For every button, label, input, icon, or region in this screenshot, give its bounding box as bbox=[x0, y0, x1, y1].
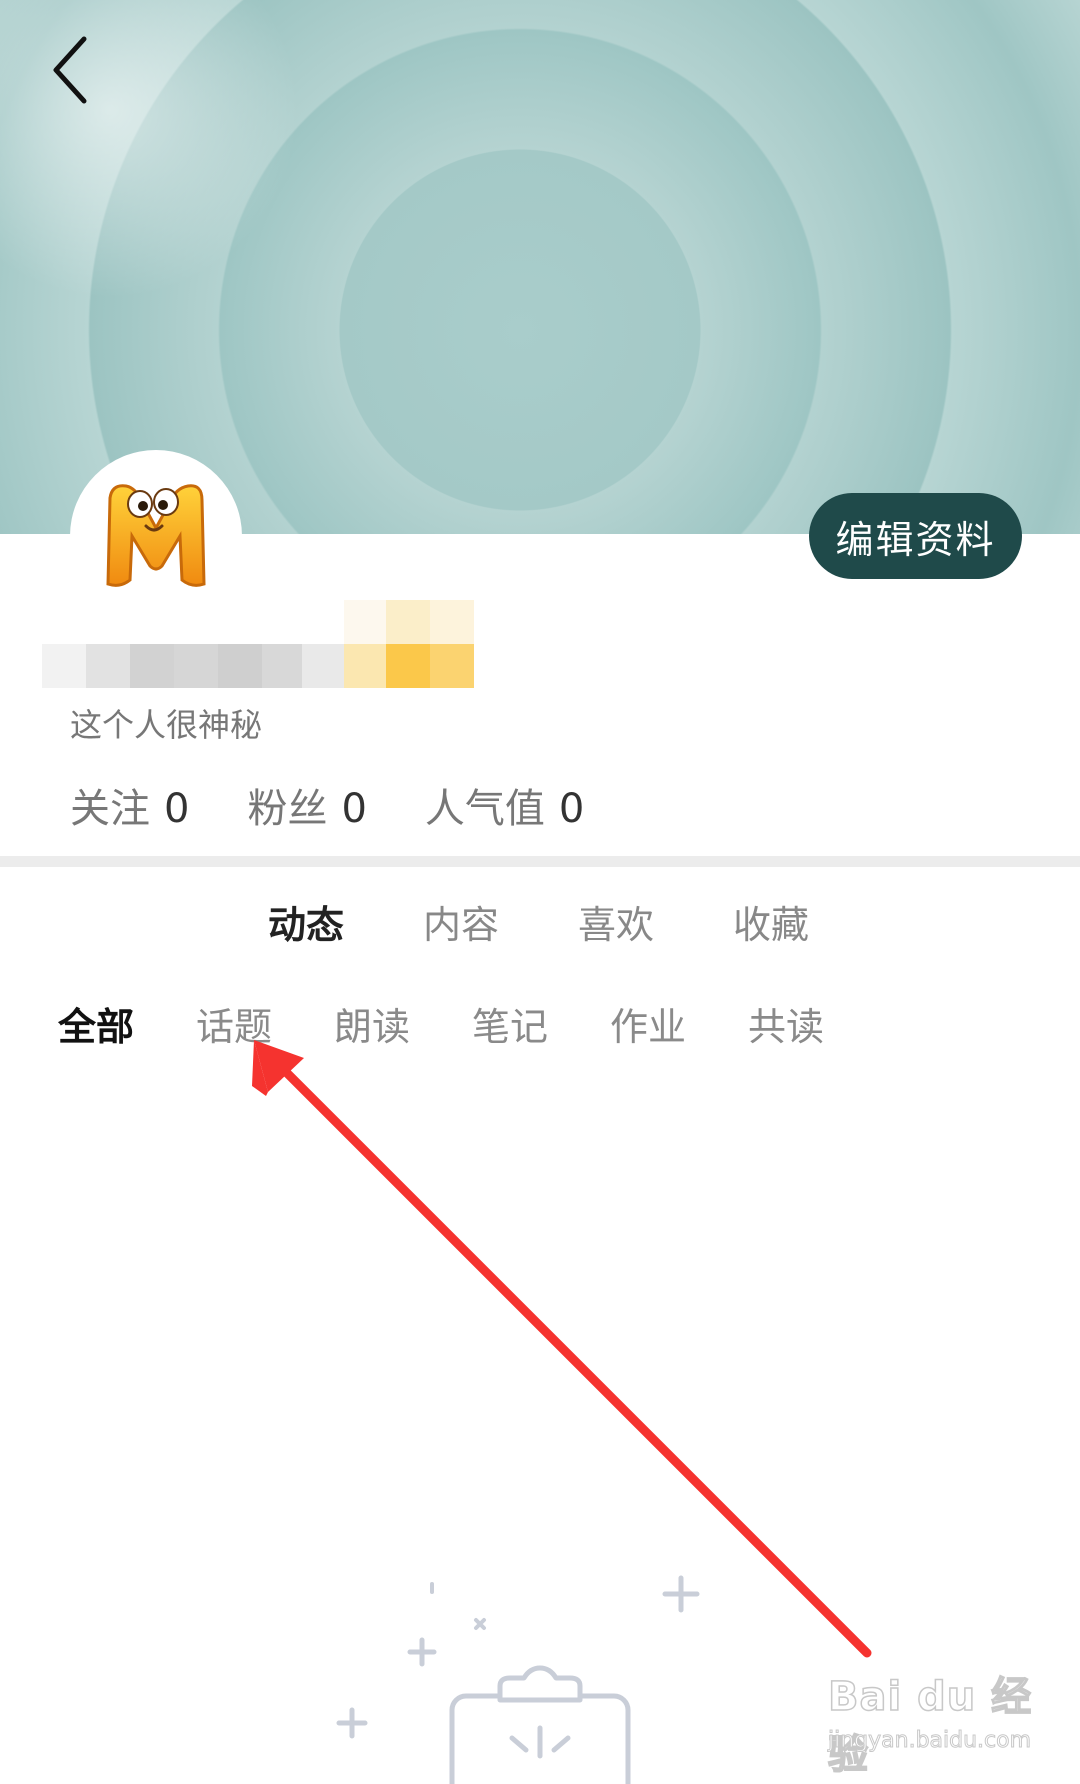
stat-value: 0 bbox=[164, 786, 190, 832]
username-blurred bbox=[42, 600, 517, 692]
stat-value: 0 bbox=[558, 786, 585, 832]
edit-profile-button[interactable]: 编辑资料 bbox=[809, 493, 1022, 579]
subtab-all[interactable]: 全部 bbox=[58, 996, 196, 1051]
back-button[interactable] bbox=[40, 30, 100, 110]
baidu-jingyan-watermark: Bai du 经验 jingyan.baidu.com bbox=[827, 1664, 1058, 1779]
empty-clipboard-icon bbox=[336, 1575, 700, 1784]
watermark-logo-text: Bai du 经验 bbox=[827, 1673, 1033, 1779]
subtab-coreading[interactable]: 共读 bbox=[748, 996, 886, 1051]
chevron-left-icon bbox=[53, 36, 87, 104]
stat-followers[interactable]: 粉丝 0 bbox=[247, 776, 366, 834]
subtab-homework[interactable]: 作业 bbox=[610, 996, 748, 1051]
stat-following[interactable]: 关注 0 bbox=[70, 776, 189, 834]
main-tab-bar: 动态 内容 喜欢 收藏 bbox=[268, 894, 888, 949]
subtab-reading[interactable]: 朗读 bbox=[334, 996, 472, 1051]
avatar[interactable] bbox=[70, 450, 242, 622]
section-divider bbox=[0, 856, 1080, 867]
profile-bio: 这个人很神秘 bbox=[70, 706, 263, 744]
sub-tab-bar: 全部 话题 朗读 笔记 作业 共读 bbox=[58, 996, 886, 1051]
stat-label: 人气值 bbox=[424, 786, 545, 832]
watermark-url-text: jingyan.baidu.com bbox=[827, 1728, 1032, 1754]
tab-activity[interactable]: 动态 bbox=[268, 894, 423, 949]
profile-stats: 关注 0 粉丝 0 人气值 0 bbox=[70, 776, 642, 834]
tab-content[interactable]: 内容 bbox=[423, 894, 578, 949]
stat-label: 粉丝 bbox=[247, 786, 328, 832]
m-mascot-avatar-icon bbox=[106, 484, 206, 587]
stat-value: 0 bbox=[341, 786, 367, 832]
subtab-notes[interactable]: 笔记 bbox=[472, 996, 610, 1051]
subtab-topics[interactable]: 话题 bbox=[196, 996, 334, 1051]
tab-likes[interactable]: 喜欢 bbox=[578, 894, 733, 949]
tab-favorites[interactable]: 收藏 bbox=[733, 894, 888, 949]
stat-label: 关注 bbox=[70, 786, 150, 832]
stat-popularity[interactable]: 人气值 0 bbox=[425, 776, 584, 834]
